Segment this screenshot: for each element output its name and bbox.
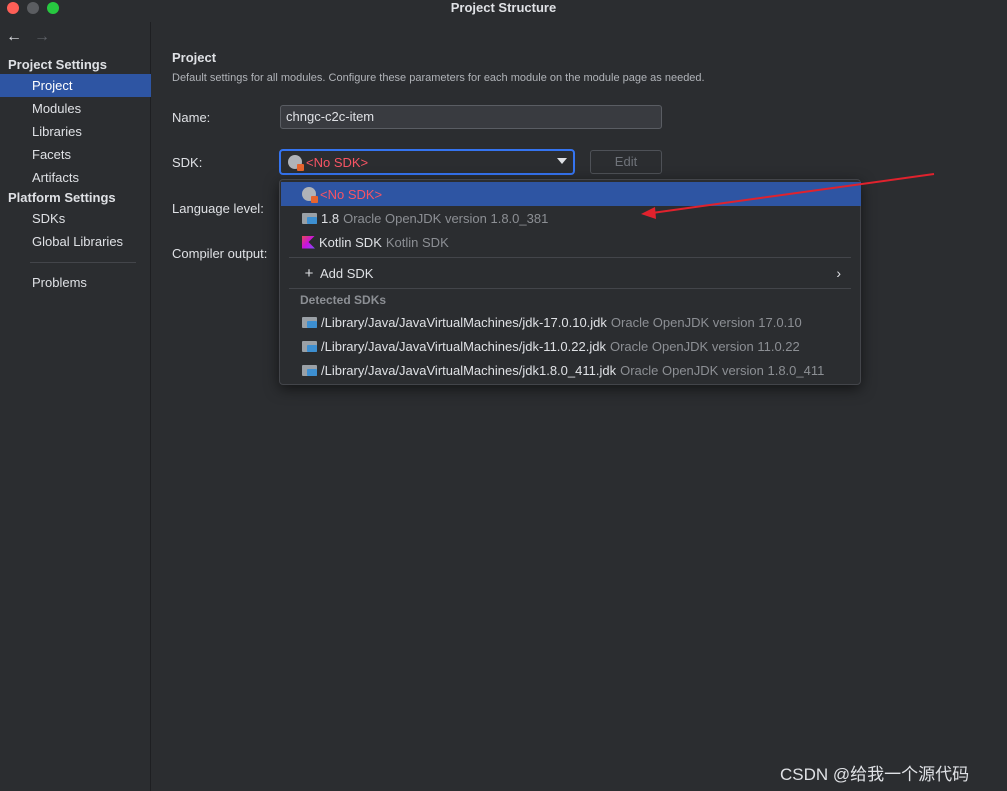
detected-sdk-jdk-17[interactable]: /Library/Java/JavaVirtualMachines/jdk-17… <box>281 310 861 334</box>
jdk-folder-icon <box>302 364 317 376</box>
sidebar-item-libraries[interactable]: Libraries <box>0 120 151 143</box>
add-sdk-menu-item[interactable]: + Add SDK › <box>281 261 861 285</box>
sdk-label: SDK: <box>172 155 203 170</box>
compiler-output-label: Compiler output: <box>172 246 268 261</box>
sdk-option-hint: Oracle OpenJDK version 17.0.10 <box>610 314 802 330</box>
sidebar-item-sdks[interactable]: SDKs <box>0 207 151 230</box>
group-platform-settings: Platform Settings <box>8 190 116 205</box>
language-level-label: Language level: <box>172 201 264 216</box>
sdk-option-label: Kotlin SDK <box>319 234 382 250</box>
sdk-option-hint: Kotlin SDK <box>385 234 449 250</box>
no-sdk-globe-icon <box>288 155 304 171</box>
add-sdk-label: Add SDK <box>320 265 374 281</box>
popup-divider <box>289 288 851 289</box>
globe-icon <box>302 187 318 203</box>
jdk-folder-icon <box>302 212 317 224</box>
project-name-input[interactable]: chngc-c2c-item <box>280 105 662 129</box>
window-title: Project Structure <box>450 0 557 15</box>
sidebar-item-artifacts[interactable]: Artifacts <box>0 166 151 189</box>
sidebar-item-facets[interactable]: Facets <box>0 143 151 166</box>
detected-sdk-jdk-11[interactable]: /Library/Java/JavaVirtualMachines/jdk-11… <box>281 334 861 358</box>
project-settings-panel: Project Default settings for all modules… <box>152 22 1007 791</box>
sdk-option-1-8[interactable]: 1.8 Oracle OpenJDK version 1.8.0_381 <box>281 206 861 230</box>
settings-sidebar: ← → Project Settings Project Modules Lib… <box>0 22 151 791</box>
sdk-popup-list: <No SDK> 1.8 Oracle OpenJDK version 1.8.… <box>279 179 861 385</box>
sdk-path: /Library/Java/JavaVirtualMachines/jdk-17… <box>321 314 607 330</box>
sidebar-item-global-libraries[interactable]: Global Libraries <box>0 230 151 253</box>
nav-arrows: ← → <box>6 28 50 46</box>
sdk-option-label: <No SDK> <box>320 186 383 202</box>
sdk-dropdown[interactable]: <No SDK> <box>279 149 575 175</box>
watermark: CSDN @给我一个源代码 <box>780 765 970 784</box>
popup-divider <box>289 257 851 258</box>
detected-sdks-header: Detected SDKs <box>300 293 387 307</box>
jdk-folder-icon <box>302 316 317 328</box>
sdk-path: /Library/Java/JavaVirtualMachines/jdk1.8… <box>321 362 617 378</box>
sidebar-item-project[interactable]: Project <box>0 74 151 97</box>
back-arrow-icon[interactable]: ← <box>6 28 22 46</box>
page-description: Default settings for all modules. Config… <box>172 72 705 84</box>
chevron-right-icon: › <box>836 265 841 281</box>
sdk-path: /Library/Java/JavaVirtualMachines/jdk-11… <box>321 338 606 354</box>
edit-sdk-button[interactable]: Edit <box>590 150 662 174</box>
detected-sdk-jdk-1-8[interactable]: /Library/Java/JavaVirtualMachines/jdk1.8… <box>281 358 861 382</box>
sdk-option-label: 1.8 <box>321 210 340 226</box>
sdk-option-hint: Oracle OpenJDK version 1.8.0_411 <box>620 362 825 378</box>
sdk-option-hint: Oracle OpenJDK version 1.8.0_381 <box>343 210 549 226</box>
sdk-option-kotlin[interactable]: Kotlin SDK Kotlin SDK <box>281 230 861 254</box>
plus-icon: + <box>304 264 314 282</box>
sidebar-item-problems[interactable]: Problems <box>0 271 151 294</box>
sdk-option-no-sdk[interactable]: <No SDK> <box>281 182 861 206</box>
chevron-down-icon <box>557 158 567 164</box>
sidebar-item-modules[interactable]: Modules <box>0 97 151 120</box>
group-project-settings: Project Settings <box>8 57 107 72</box>
kotlin-icon <box>302 235 315 249</box>
sidebar-divider <box>30 262 136 263</box>
sdk-option-hint: Oracle OpenJDK version 11.0.22 <box>609 338 800 354</box>
sdk-selected-value: <No SDK> <box>306 154 369 170</box>
forward-arrow-icon[interactable]: → <box>34 28 50 46</box>
page-title: Project <box>172 50 217 65</box>
title-bar: Project Structure <box>0 0 1007 16</box>
jdk-folder-icon <box>302 340 317 352</box>
name-label: Name: <box>172 110 211 125</box>
